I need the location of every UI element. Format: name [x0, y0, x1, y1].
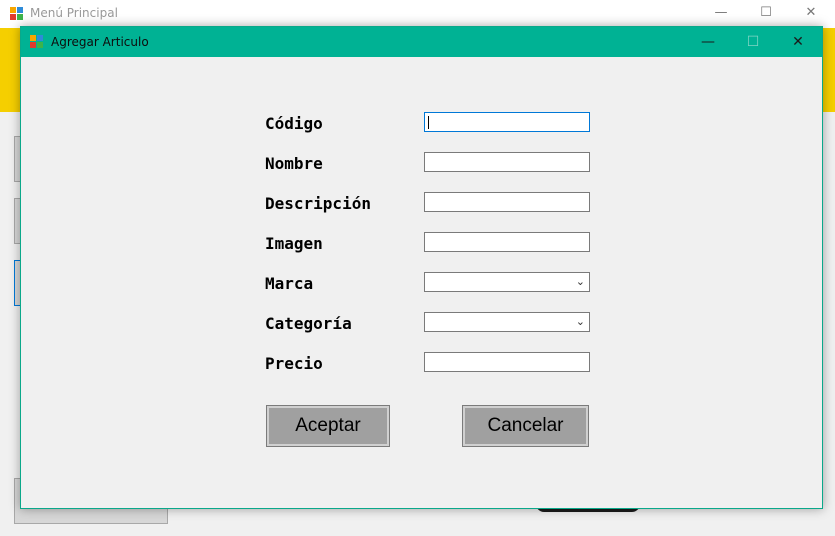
main-minimize-icon[interactable]: —: [708, 4, 734, 22]
dialog-minimize-icon[interactable]: —: [691, 31, 725, 53]
categoria-combobox[interactable]: ⌄: [424, 312, 590, 332]
cancel-button[interactable]: Cancelar: [462, 405, 589, 447]
app-icon: [10, 7, 24, 21]
dialog-title: Agregar Articulo: [51, 35, 149, 49]
main-window-titlebar: Menú Principal — ☐ ✕: [0, 0, 835, 28]
main-window-title: Menú Principal: [30, 6, 118, 20]
chevron-down-icon[interactable]: ⌄: [576, 273, 585, 291]
descripcion-input[interactable]: [424, 192, 590, 212]
codigo-label: Código: [265, 114, 323, 133]
marca-combobox[interactable]: ⌄: [424, 272, 590, 292]
nombre-input[interactable]: [424, 152, 590, 172]
text-caret: [428, 116, 429, 129]
accept-button[interactable]: Aceptar: [266, 405, 390, 447]
main-maximize-icon[interactable]: ☐: [753, 4, 779, 22]
dialog-maximize-icon: ☐: [746, 34, 760, 50]
precio-label: Precio: [265, 354, 323, 373]
codigo-input[interactable]: [424, 112, 590, 132]
agregar-articulo-dialog: Agregar Articulo — ☐ ✕ Código Nombre Des…: [20, 26, 823, 509]
precio-input[interactable]: [424, 352, 590, 372]
main-close-icon[interactable]: ✕: [798, 4, 824, 22]
marca-label: Marca: [265, 274, 314, 293]
dialog-close-icon[interactable]: ✕: [781, 31, 815, 53]
categoria-label: Categoría: [265, 314, 352, 333]
imagen-label: Imagen: [265, 234, 323, 253]
dialog-app-icon: [30, 35, 44, 49]
imagen-input[interactable]: [424, 232, 590, 252]
dialog-titlebar: Agregar Articulo — ☐ ✕: [21, 27, 822, 57]
descripcion-label: Descripción: [265, 194, 371, 213]
nombre-label: Nombre: [265, 154, 323, 173]
chevron-down-icon[interactable]: ⌄: [576, 313, 585, 331]
